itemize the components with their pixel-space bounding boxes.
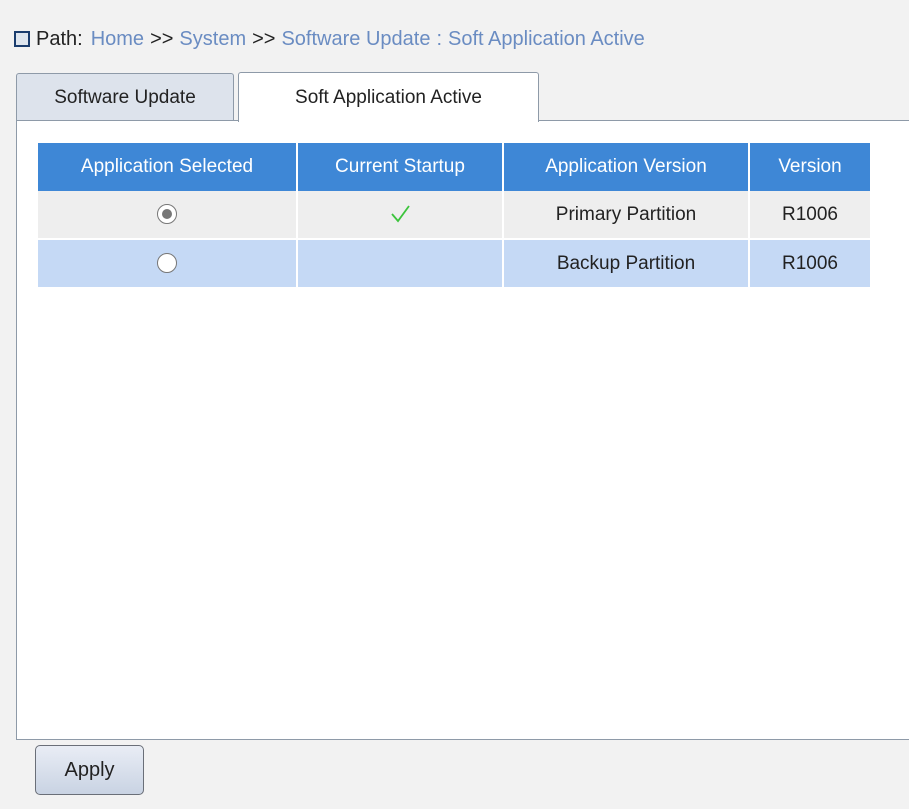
backup-partition-radio[interactable] <box>157 253 177 274</box>
breadcrumb-current: Soft Application Active <box>448 27 645 50</box>
tab-soft-application-active[interactable]: Soft Application Active <box>238 72 539 122</box>
primary-partition-radio[interactable] <box>157 204 177 225</box>
column-header-version: Version <box>749 143 870 191</box>
cell-version: R1006 <box>749 191 870 239</box>
cell-current-startup <box>297 191 504 239</box>
application-table: Application Selected Current Startup App… <box>38 143 870 287</box>
table-row: Primary Partition R1006 <box>38 191 870 239</box>
table-row: Backup Partition R1006 <box>38 239 870 287</box>
column-header-application-version: Application Version <box>503 143 750 191</box>
breadcrumb-system-link[interactable]: System <box>179 28 246 51</box>
breadcrumb-separator: >> <box>252 27 276 50</box>
breadcrumb-separator: >> <box>150 27 174 50</box>
apply-button[interactable]: Apply <box>35 745 144 795</box>
cell-application-version: Primary Partition <box>503 191 750 239</box>
cell-current-startup <box>297 239 504 287</box>
breadcrumb-software-update-link[interactable]: Software Update <box>281 28 430 51</box>
cell-version: R1006 <box>749 239 870 287</box>
breadcrumb: Path: Home >> System >> Software Update … <box>14 27 645 51</box>
cell-application-selected <box>38 239 298 287</box>
check-icon <box>391 205 410 223</box>
breadcrumb-home-link[interactable]: Home <box>91 28 144 51</box>
cell-application-version: Backup Partition <box>503 239 750 287</box>
square-icon <box>14 31 30 47</box>
tab-software-update[interactable]: Software Update <box>16 73 234 121</box>
breadcrumb-current-separator: : <box>436 27 443 50</box>
column-header-current-startup: Current Startup <box>297 143 504 191</box>
cell-application-selected <box>38 191 298 239</box>
column-header-application-selected: Application Selected <box>38 143 298 191</box>
table-header-row: Application Selected Current Startup App… <box>38 143 870 191</box>
breadcrumb-prefix: Path: <box>36 27 83 50</box>
